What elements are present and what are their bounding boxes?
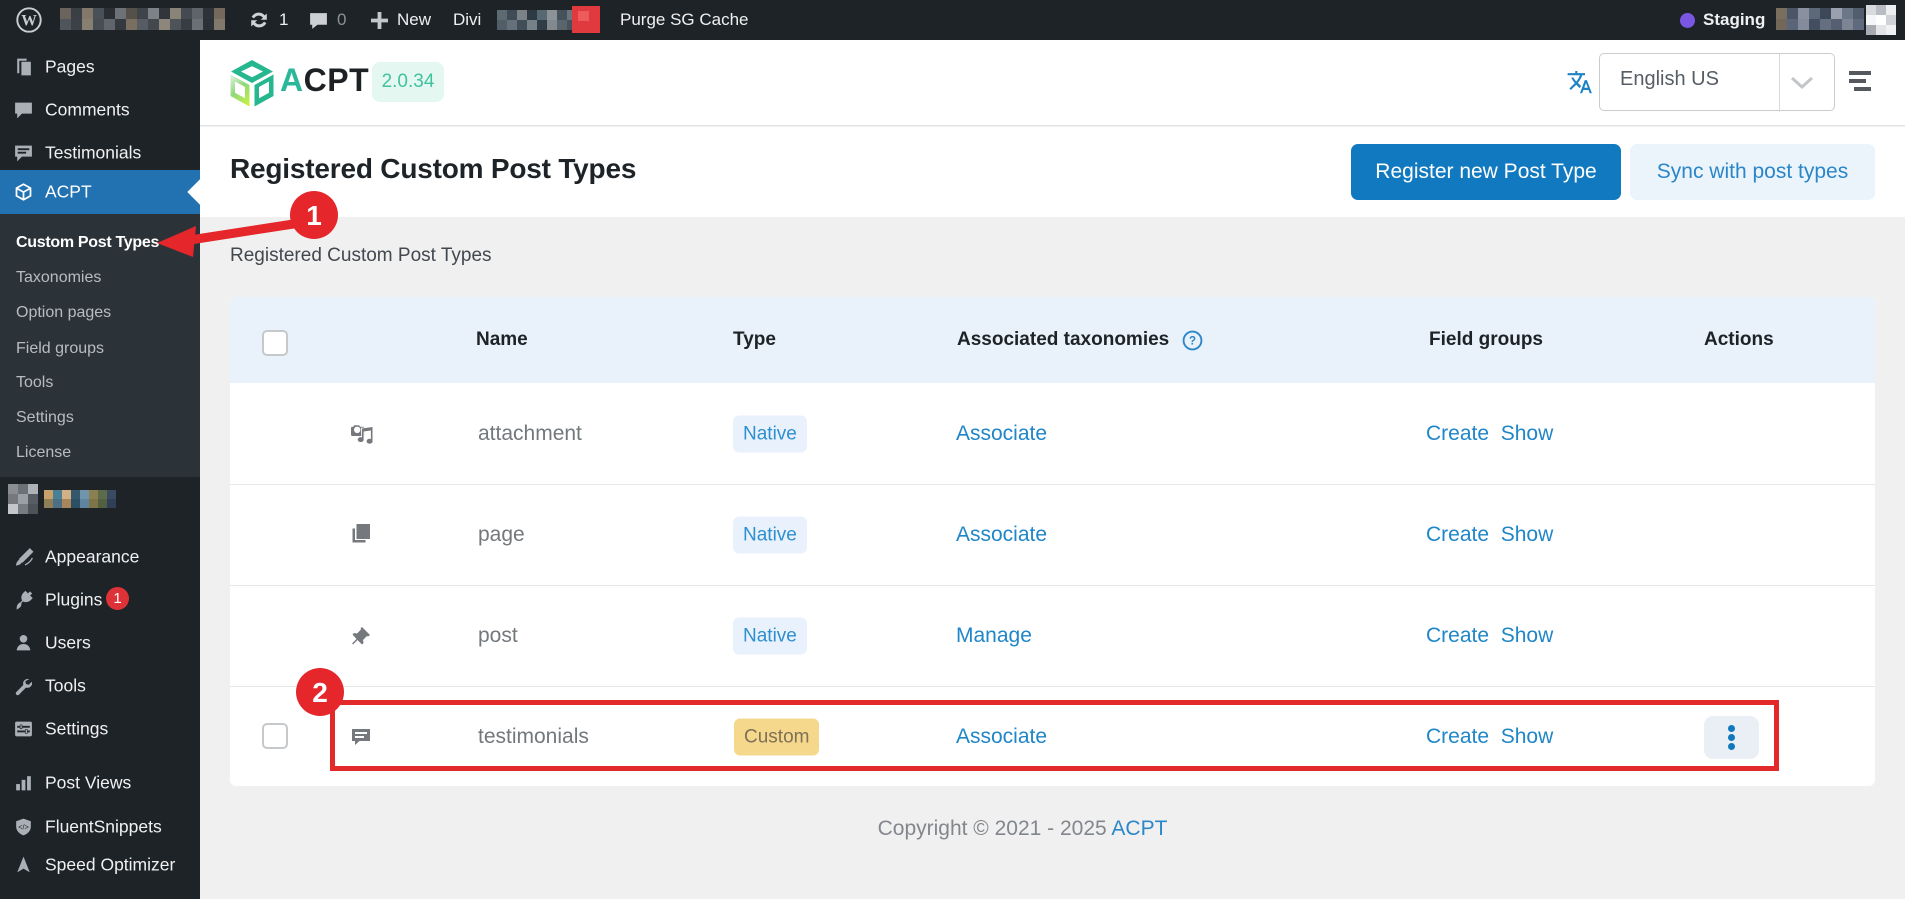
svg-text:2: 2 (312, 677, 328, 708)
svg-text:1: 1 (306, 200, 322, 231)
